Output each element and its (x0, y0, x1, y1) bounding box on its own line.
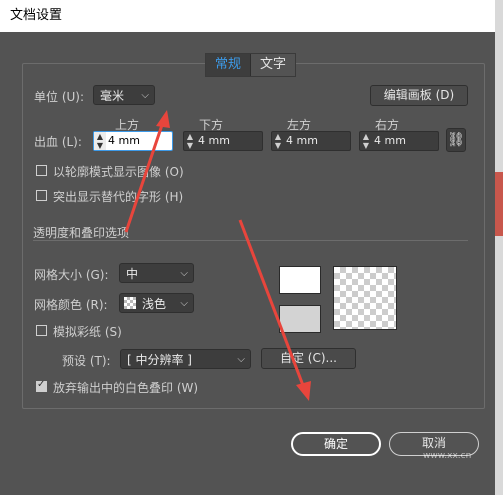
annotation-arrows (124, 110, 311, 401)
arrowhead-down-icon (296, 381, 311, 401)
arrowhead-up-icon (156, 110, 170, 128)
annotation-arrow-up (124, 121, 165, 233)
annotation-arrow-down (238, 219, 306, 389)
